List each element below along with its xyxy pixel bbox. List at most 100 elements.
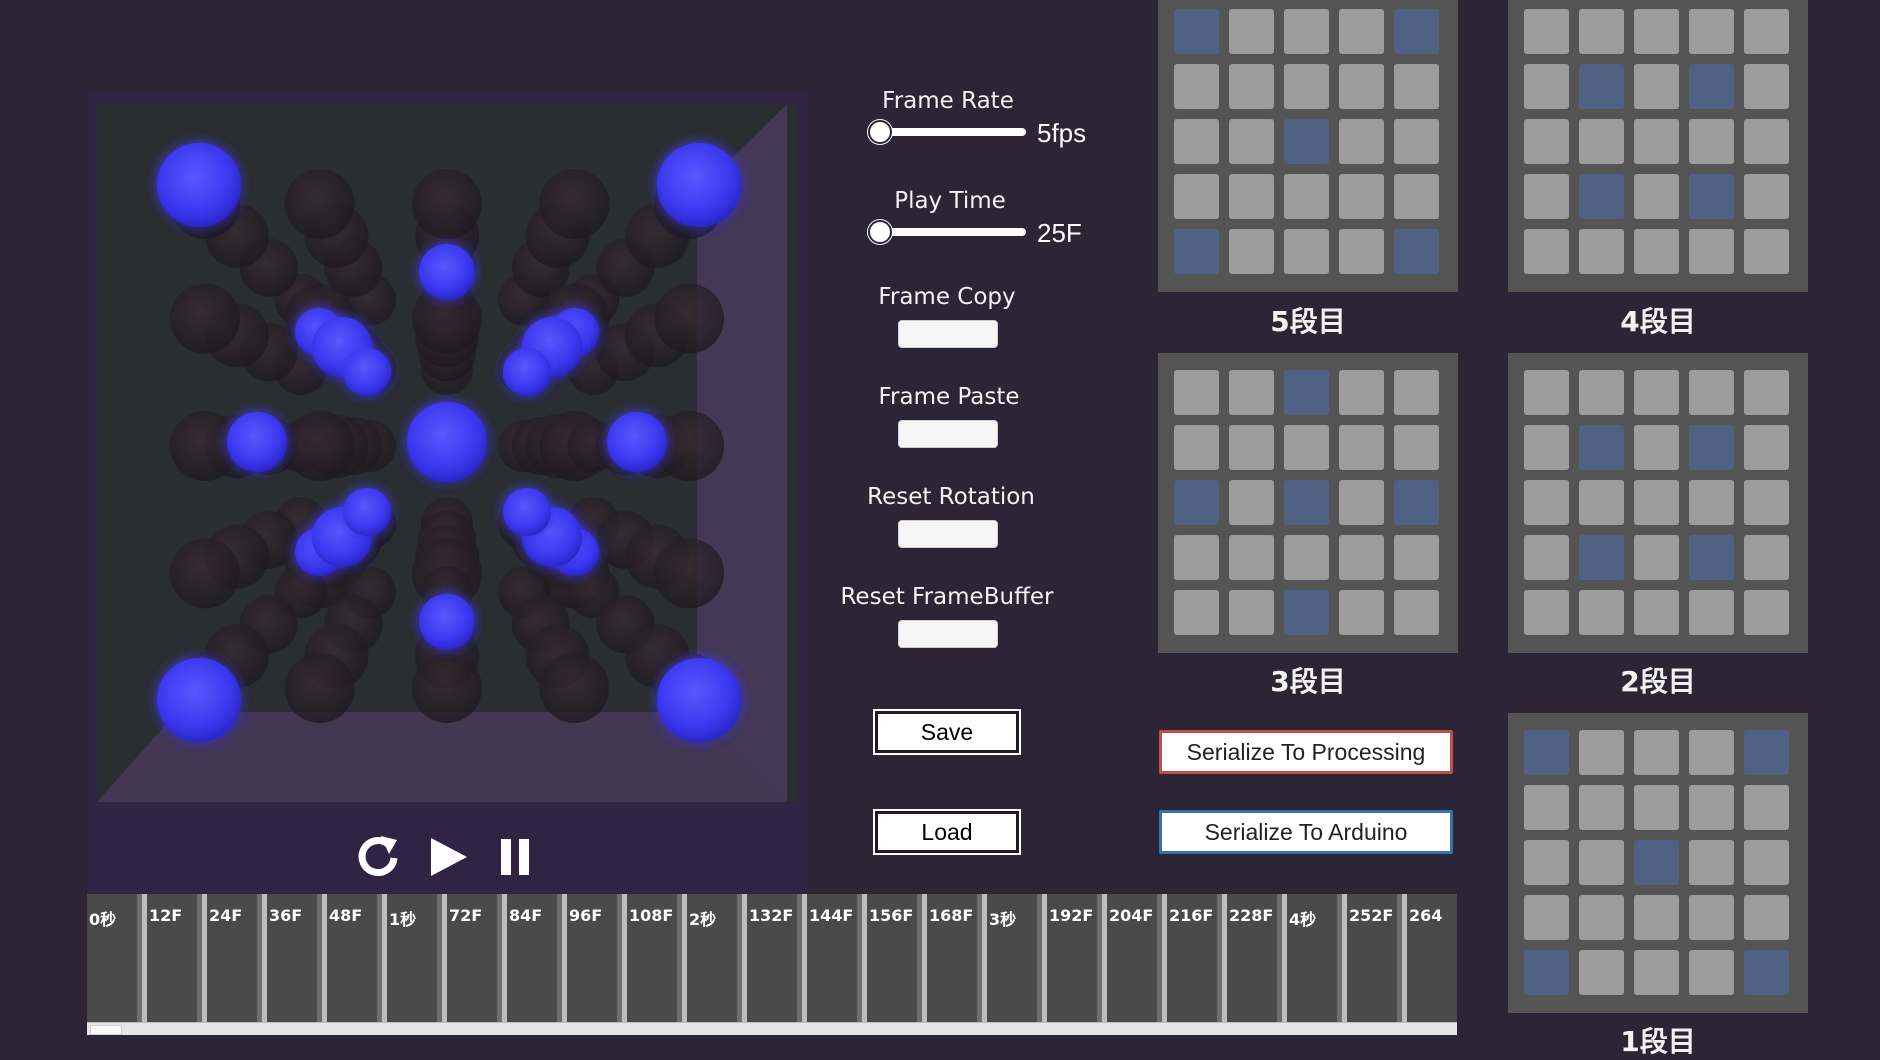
led-cell[interactable] [1284,64,1329,109]
led-cell[interactable] [1634,535,1679,580]
led-cell[interactable] [1174,174,1219,219]
led-cell[interactable] [1174,119,1219,164]
led-cell[interactable] [1744,480,1789,525]
led-cell[interactable] [1229,119,1274,164]
led-cell[interactable] [1394,229,1439,274]
led-cell[interactable] [1634,590,1679,635]
timeline-frame[interactable]: 72F [447,894,502,1022]
led-cell[interactable] [1634,64,1679,109]
timeline-frame[interactable]: 252F [1347,894,1402,1022]
timeline-frame[interactable]: 264 [1407,894,1457,1022]
led-cell[interactable] [1524,590,1569,635]
led-cell[interactable] [1689,535,1734,580]
led-cell[interactable] [1689,119,1734,164]
led-cell[interactable] [1689,785,1734,830]
reload-icon[interactable] [353,830,403,884]
led-cell[interactable] [1339,535,1384,580]
led-cell[interactable] [1689,840,1734,885]
led-cell[interactable] [1744,370,1789,415]
cube-viewport[interactable] [87,92,807,896]
led-cell[interactable] [1579,229,1624,274]
led-cell[interactable] [1579,785,1624,830]
led-cell[interactable] [1394,535,1439,580]
led-cell[interactable] [1634,9,1679,54]
led-cell[interactable] [1339,64,1384,109]
led-cell[interactable] [1634,370,1679,415]
led-cell[interactable] [1689,9,1734,54]
play-time-slider[interactable] [868,220,1026,244]
led-cell[interactable] [1339,174,1384,219]
led-cell[interactable] [1579,535,1624,580]
led-cell[interactable] [1579,950,1624,995]
led-cell[interactable] [1284,119,1329,164]
led-cell[interactable] [1634,895,1679,940]
led-cell[interactable] [1394,64,1439,109]
led-cell[interactable] [1394,174,1439,219]
play-time-slider-thumb[interactable] [868,220,892,244]
led-cell[interactable] [1524,174,1569,219]
frame-rate-slider-thumb[interactable] [868,120,892,144]
cube-3d-render[interactable] [87,92,807,896]
led-cell[interactable] [1689,229,1734,274]
led-cell[interactable] [1339,9,1384,54]
led-cell[interactable] [1689,950,1734,995]
led-cell[interactable] [1744,119,1789,164]
led-cell[interactable] [1744,590,1789,635]
led-cell[interactable] [1579,64,1624,109]
timeline-scrollbar-thumb[interactable] [90,1025,122,1035]
led-cell[interactable] [1339,119,1384,164]
led-cell[interactable] [1174,535,1219,580]
pause-icon[interactable] [491,830,541,884]
timeline-frame[interactable]: 48F [327,894,382,1022]
led-cell[interactable] [1394,590,1439,635]
timeline-frame[interactable]: 3秒 [987,894,1042,1022]
led-cell[interactable] [1284,174,1329,219]
led-cell[interactable] [1524,9,1569,54]
led-cell[interactable] [1744,9,1789,54]
led-cell[interactable] [1744,425,1789,470]
led-cell[interactable] [1689,174,1734,219]
led-cell[interactable] [1689,730,1734,775]
led-cell[interactable] [1524,950,1569,995]
led-cell[interactable] [1524,535,1569,580]
led-cell[interactable] [1524,119,1569,164]
serialize-arduino-button[interactable]: Serialize To Arduino [1159,810,1453,854]
led-cell[interactable] [1579,174,1624,219]
led-cell[interactable] [1579,9,1624,54]
led-cell[interactable] [1634,950,1679,995]
led-cell[interactable] [1744,895,1789,940]
timeline-frame[interactable]: 216F [1167,894,1222,1022]
led-cell[interactable] [1744,535,1789,580]
led-cell[interactable] [1579,425,1624,470]
load-button[interactable]: Load [873,809,1021,855]
led-cell[interactable] [1339,590,1384,635]
led-cell[interactable] [1634,229,1679,274]
led-cell[interactable] [1634,425,1679,470]
led-cell[interactable] [1394,119,1439,164]
reset-framebuffer-button[interactable] [898,620,998,648]
led-cell[interactable] [1229,174,1274,219]
led-cell[interactable] [1229,64,1274,109]
led-cell[interactable] [1284,535,1329,580]
led-cell[interactable] [1634,785,1679,830]
led-cell[interactable] [1339,229,1384,274]
led-cell[interactable] [1689,895,1734,940]
timeline-frame[interactable]: 0秒 [87,894,142,1022]
timeline-frame[interactable]: 228F [1227,894,1282,1022]
led-cell[interactable] [1689,64,1734,109]
led-cell[interactable] [1524,64,1569,109]
led-cell[interactable] [1174,9,1219,54]
play-icon[interactable] [423,830,473,884]
led-cell[interactable] [1579,480,1624,525]
led-cell[interactable] [1284,370,1329,415]
led-cell[interactable] [1394,480,1439,525]
led-cell[interactable] [1229,480,1274,525]
led-cell[interactable] [1579,590,1624,635]
led-cell[interactable] [1689,370,1734,415]
timeline[interactable]: 0秒 12F 24F 36F 48F 1秒 72F 84F 96F 108F 2秒 132F 144F 1… [87,894,1457,1035]
led-cell[interactable] [1744,730,1789,775]
led-cell[interactable] [1394,425,1439,470]
led-cell[interactable] [1524,370,1569,415]
timeline-frame[interactable]: 12F [147,894,202,1022]
led-cell[interactable] [1579,119,1624,164]
